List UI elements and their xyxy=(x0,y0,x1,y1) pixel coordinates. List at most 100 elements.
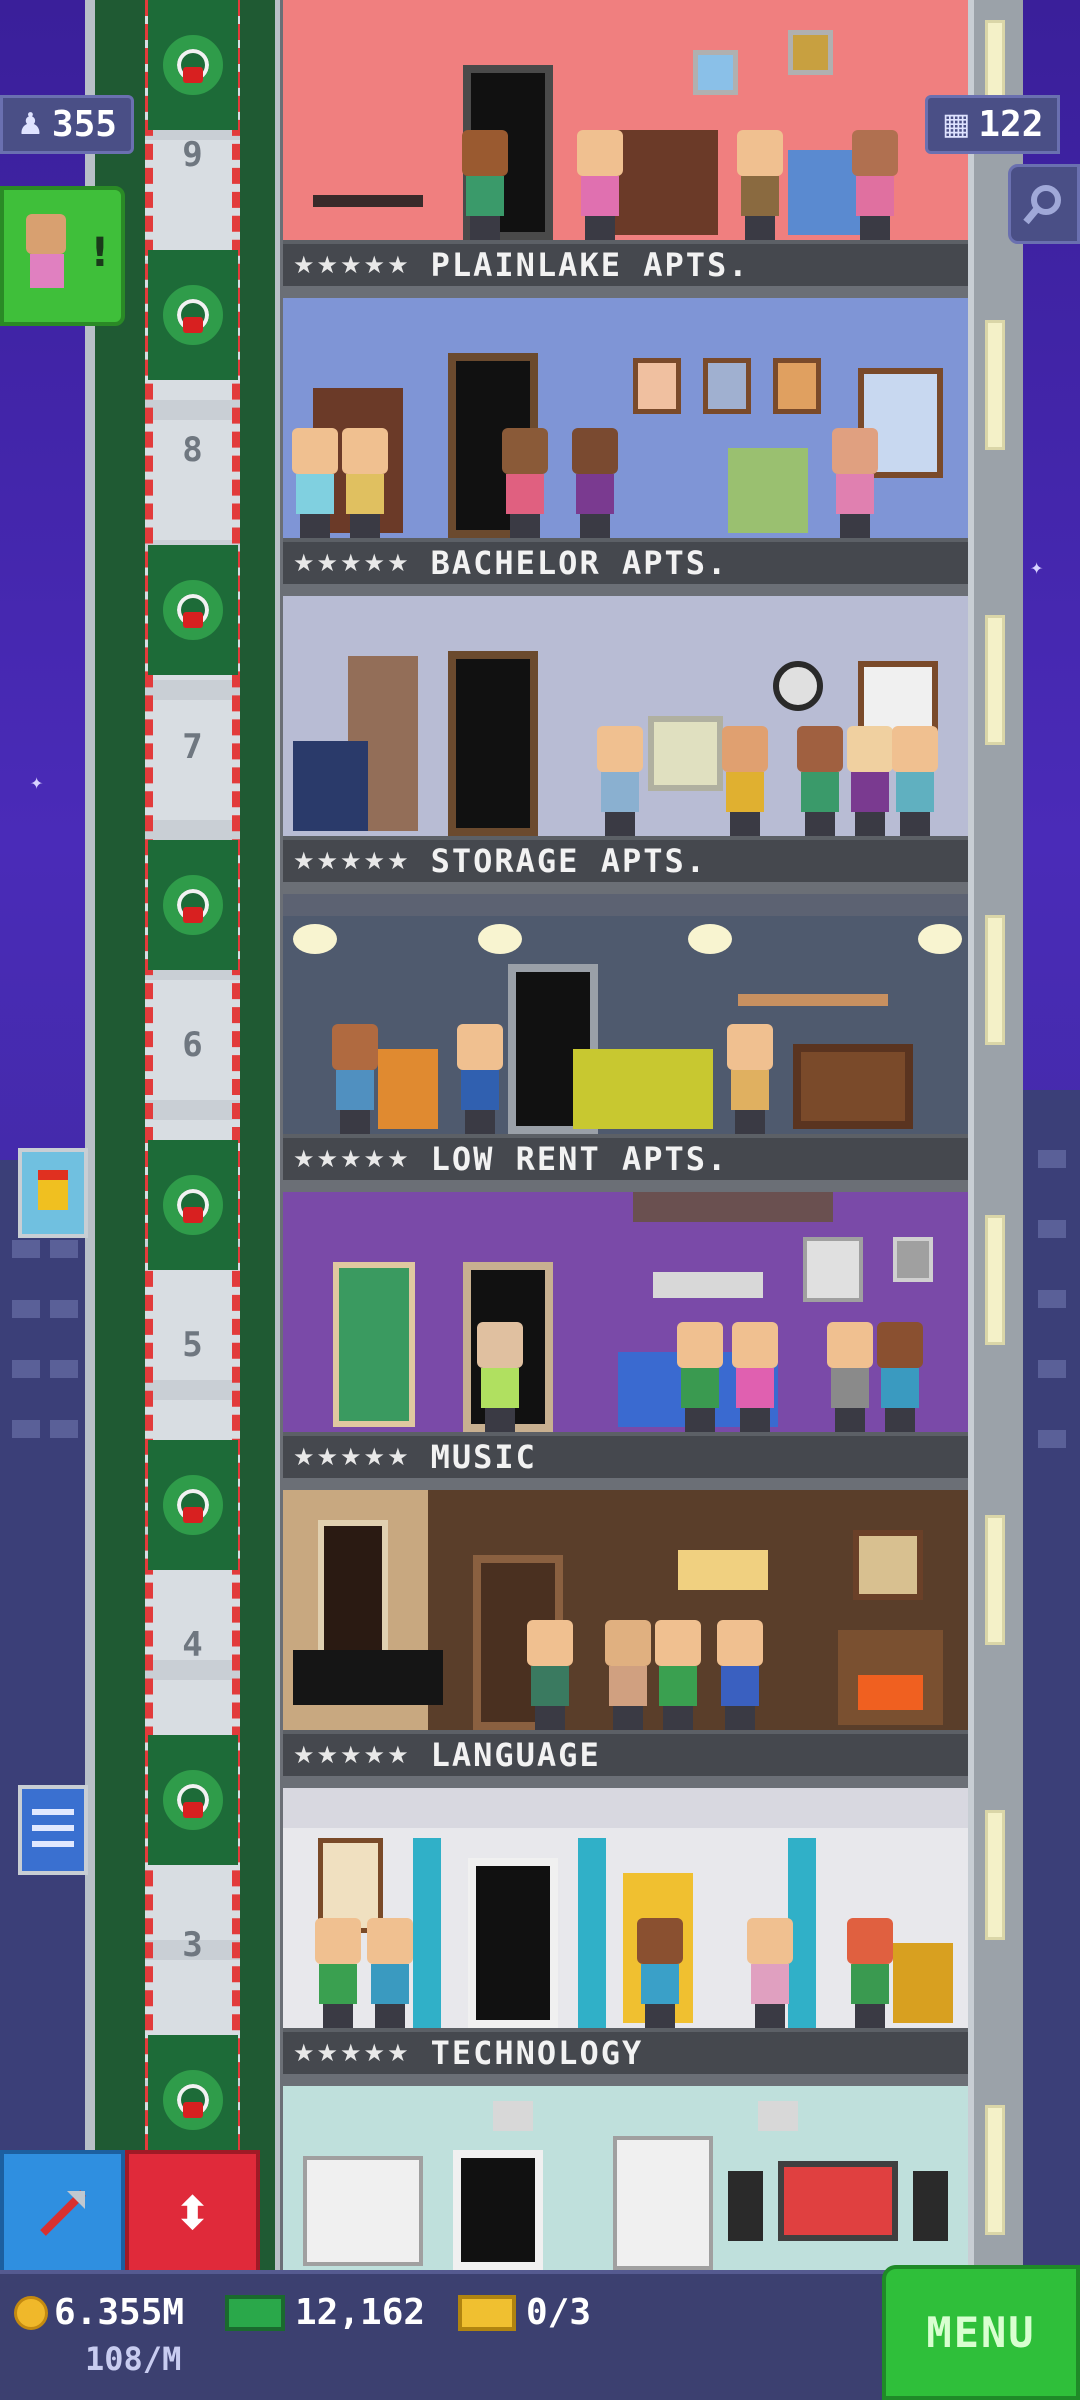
floor-language[interactable]: ★★★★★ LANGUAGE xyxy=(283,1490,968,1788)
resident[interactable] xyxy=(733,130,787,240)
bg-building-right xyxy=(1020,1090,1080,2270)
floor-stars: ★★★★★ xyxy=(293,1145,411,1173)
building-icon: ▦ xyxy=(942,107,971,142)
coins-amount: 6.355M xyxy=(54,2292,185,2333)
resident[interactable] xyxy=(651,1620,705,1730)
golden-chest xyxy=(893,1943,953,2023)
population-badge[interactable]: ♟ 355 xyxy=(0,95,134,154)
billboard-sign xyxy=(18,1785,88,1875)
resident[interactable] xyxy=(828,428,882,538)
rail-light xyxy=(985,1810,1005,1940)
ticket-icon xyxy=(458,2294,516,2331)
floor-name: STORAGE APTS. xyxy=(430,842,708,880)
elevator-updown-icon: ⬍ xyxy=(173,2185,212,2240)
scroll-to-top-button[interactable] xyxy=(0,2150,125,2275)
shelf xyxy=(738,994,888,1006)
floor-stars: ★★★★★ xyxy=(293,251,411,279)
resident[interactable] xyxy=(823,1322,877,1432)
ceiling-lamp xyxy=(758,2101,798,2131)
floor-name: TECHNOLOGY xyxy=(430,2034,644,2072)
rail-light xyxy=(985,1515,1005,1645)
floor-name: LANGUAGE xyxy=(430,1736,601,1774)
resident[interactable] xyxy=(743,1918,797,2028)
floor-technology[interactable]: ★★★★★ TECHNOLOGY xyxy=(283,1788,968,2086)
speaker xyxy=(728,2171,763,2241)
floor-bachelor-apts[interactable]: ★★★★★ BACHELOR APTS. xyxy=(283,298,968,596)
resident[interactable] xyxy=(593,726,647,836)
dartboard xyxy=(773,661,823,711)
floor-stars: ★★★★★ xyxy=(293,549,411,577)
person-icon: ♟ xyxy=(17,107,44,142)
resident[interactable] xyxy=(873,1322,927,1432)
floors-count: 122 xyxy=(978,104,1044,145)
resident[interactable] xyxy=(568,428,622,538)
wreath-decoration xyxy=(148,250,238,380)
resident[interactable] xyxy=(888,726,942,836)
resident[interactable] xyxy=(633,1918,687,2028)
tickets-count: 0/3 xyxy=(526,2292,592,2333)
elevator-floor-number: 5 xyxy=(182,1325,203,1365)
floors-badge[interactable]: ▦ 122 xyxy=(925,95,1061,154)
elevator-button[interactable]: ⬍ xyxy=(125,2150,260,2275)
coins-display[interactable]: 6.355M xyxy=(14,2292,184,2333)
resident[interactable] xyxy=(498,428,552,538)
bux-display[interactable]: 12,162 xyxy=(225,2292,425,2333)
rail-light xyxy=(985,615,1005,745)
wreath-decoration xyxy=(148,1440,238,1570)
floor-plainlake-apts[interactable]: ★★★★★ PLAINLAKE APTS. xyxy=(283,0,968,298)
floor-label: ★★★★★ TECHNOLOGY xyxy=(283,2028,968,2074)
chandelier xyxy=(678,1550,768,1590)
resident[interactable] xyxy=(328,1024,382,1134)
armchair xyxy=(378,1049,438,1129)
floor-label: ★★★★★ LOW RENT APTS. xyxy=(283,1134,968,1180)
grand-piano xyxy=(293,1650,443,1705)
room-interior xyxy=(283,298,968,538)
tickets-display[interactable]: 0/3 xyxy=(458,2292,591,2333)
resident[interactable] xyxy=(673,1322,727,1432)
window-sign xyxy=(653,1272,763,1298)
menu-button[interactable]: MENU xyxy=(882,2265,1080,2400)
resident[interactable] xyxy=(713,1620,767,1730)
fridge xyxy=(613,2136,713,2270)
resident[interactable] xyxy=(601,1620,655,1730)
resident[interactable] xyxy=(843,1918,897,2028)
ceiling-stain xyxy=(633,1192,833,1222)
room-interior xyxy=(283,2086,968,2270)
resident[interactable] xyxy=(453,1024,507,1134)
resident[interactable] xyxy=(848,130,902,240)
resident[interactable] xyxy=(311,1918,365,2028)
resident[interactable] xyxy=(728,1322,782,1432)
search-button[interactable] xyxy=(1008,164,1080,244)
room-interior xyxy=(283,1788,968,2028)
wreath-decoration xyxy=(148,2035,238,2165)
sparkle-star: ✦ xyxy=(30,770,44,795)
floor-music[interactable]: ★★★★★ MUSIC xyxy=(283,1192,968,1490)
floor-storage-apts[interactable]: ★★★★★ STORAGE APTS. xyxy=(283,596,968,894)
rail-light xyxy=(985,2105,1005,2235)
floor-partial-bottom[interactable] xyxy=(283,2086,968,2270)
computer xyxy=(648,716,723,791)
resident[interactable] xyxy=(473,1322,527,1432)
resident[interactable] xyxy=(458,130,512,240)
resident[interactable] xyxy=(718,726,772,836)
elevator-floor-number: 8 xyxy=(182,430,203,470)
resident[interactable] xyxy=(338,428,392,538)
elevator-floor-number: 4 xyxy=(182,1625,203,1665)
bux-amount: 12,162 xyxy=(295,2292,426,2333)
ceiling-lamp xyxy=(478,924,522,954)
resident[interactable] xyxy=(523,1620,577,1730)
resident[interactable] xyxy=(573,130,627,240)
glyph-frieze xyxy=(283,1788,968,1828)
speaker xyxy=(913,2171,948,2241)
ceiling-lamp xyxy=(688,924,732,954)
visitor-alert-button[interactable]: ! xyxy=(0,186,125,326)
resident[interactable] xyxy=(288,428,342,538)
room-interior xyxy=(283,894,968,1134)
floor-label: ★★★★★ PLAINLAKE APTS. xyxy=(283,240,968,286)
floor-label: ★★★★★ BACHELOR APTS. xyxy=(283,538,968,584)
floor-low-rent-apts[interactable]: ★★★★★ LOW RENT APTS. xyxy=(283,894,968,1192)
resident[interactable] xyxy=(793,726,847,836)
resident[interactable] xyxy=(723,1024,777,1134)
coin-icon xyxy=(14,2295,48,2330)
resident[interactable] xyxy=(363,1918,417,2028)
